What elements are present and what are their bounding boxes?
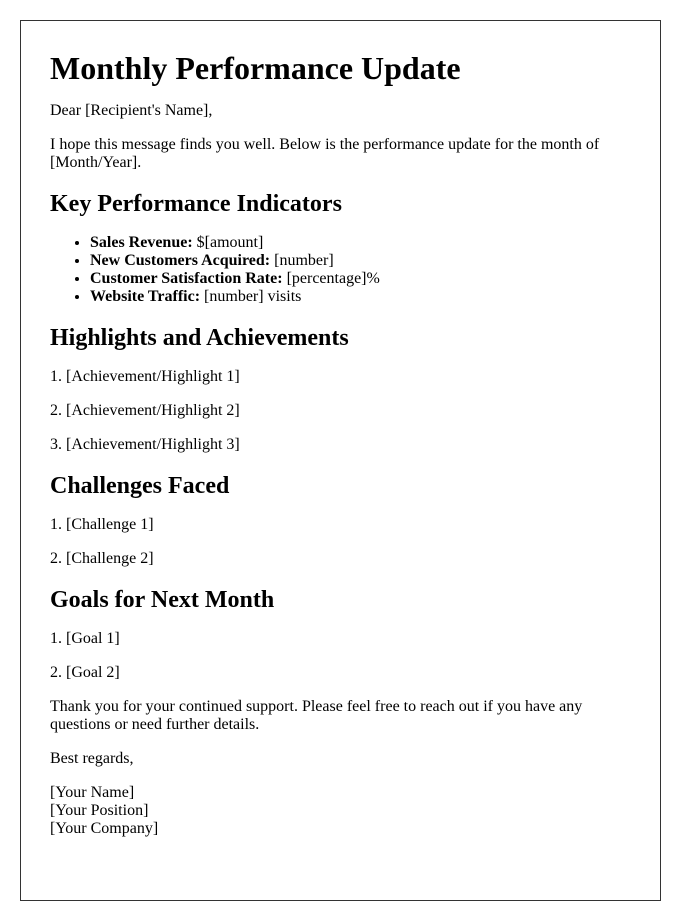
intro-paragraph: I hope this message finds you well. Belo… xyxy=(50,136,600,171)
kpi-value: $[amount] xyxy=(196,234,264,251)
letter-document: Monthly Performance Update Dear [Recipie… xyxy=(20,20,661,901)
challenge-item: 2. [Challenge 2] xyxy=(50,550,154,567)
kpi-label: Website Traffic: xyxy=(90,288,201,305)
goal-item: 1. [Goal 1] xyxy=(50,630,120,647)
goal-item: 2. [Goal 2] xyxy=(50,664,120,681)
signature-name: [Your Name] xyxy=(50,784,135,801)
kpi-label: Sales Revenue: xyxy=(90,234,193,251)
kpi-value: [number] xyxy=(274,252,334,269)
kpi-item-sales-revenue: Sales Revenue: $[amount] xyxy=(90,234,631,252)
signoff: Best regards, xyxy=(50,750,134,767)
kpi-label: New Customers Acquired: xyxy=(90,252,271,269)
kpi-item-new-customers: New Customers Acquired: [number] xyxy=(90,252,631,270)
signature-block: [Your Name] [Your Position] [Your Compan… xyxy=(50,784,631,838)
signature-company: [Your Company] xyxy=(50,820,159,837)
kpi-item-satisfaction-rate: Customer Satisfaction Rate: [percentage]… xyxy=(90,270,631,288)
highlight-item: 3. [Achievement/Highlight 3] xyxy=(50,436,240,453)
goals-heading: Goals for Next Month xyxy=(50,587,275,613)
highlight-item: 2. [Achievement/Highlight 2] xyxy=(50,402,240,419)
challenge-item: 1. [Challenge 1] xyxy=(50,516,154,533)
kpi-heading: Key Performance Indicators xyxy=(50,191,342,217)
kpi-item-website-traffic: Website Traffic: [number] visits xyxy=(90,288,631,306)
closing-paragraph: Thank you for your continued support. Pl… xyxy=(50,698,583,733)
kpi-label: Customer Satisfaction Rate: xyxy=(90,270,283,287)
kpi-value: [percentage]% xyxy=(286,270,380,287)
highlights-heading: Highlights and Achievements xyxy=(50,325,349,351)
greeting: Dear [Recipient's Name], xyxy=(50,102,213,119)
highlight-item: 1. [Achievement/Highlight 1] xyxy=(50,368,240,385)
kpi-value: [number] visits xyxy=(204,288,302,305)
kpi-list: Sales Revenue: $[amount] New Customers A… xyxy=(50,234,631,306)
signature-position: [Your Position] xyxy=(50,802,149,819)
challenges-heading: Challenges Faced xyxy=(50,473,230,499)
letter-title: Monthly Performance Update xyxy=(50,50,461,86)
